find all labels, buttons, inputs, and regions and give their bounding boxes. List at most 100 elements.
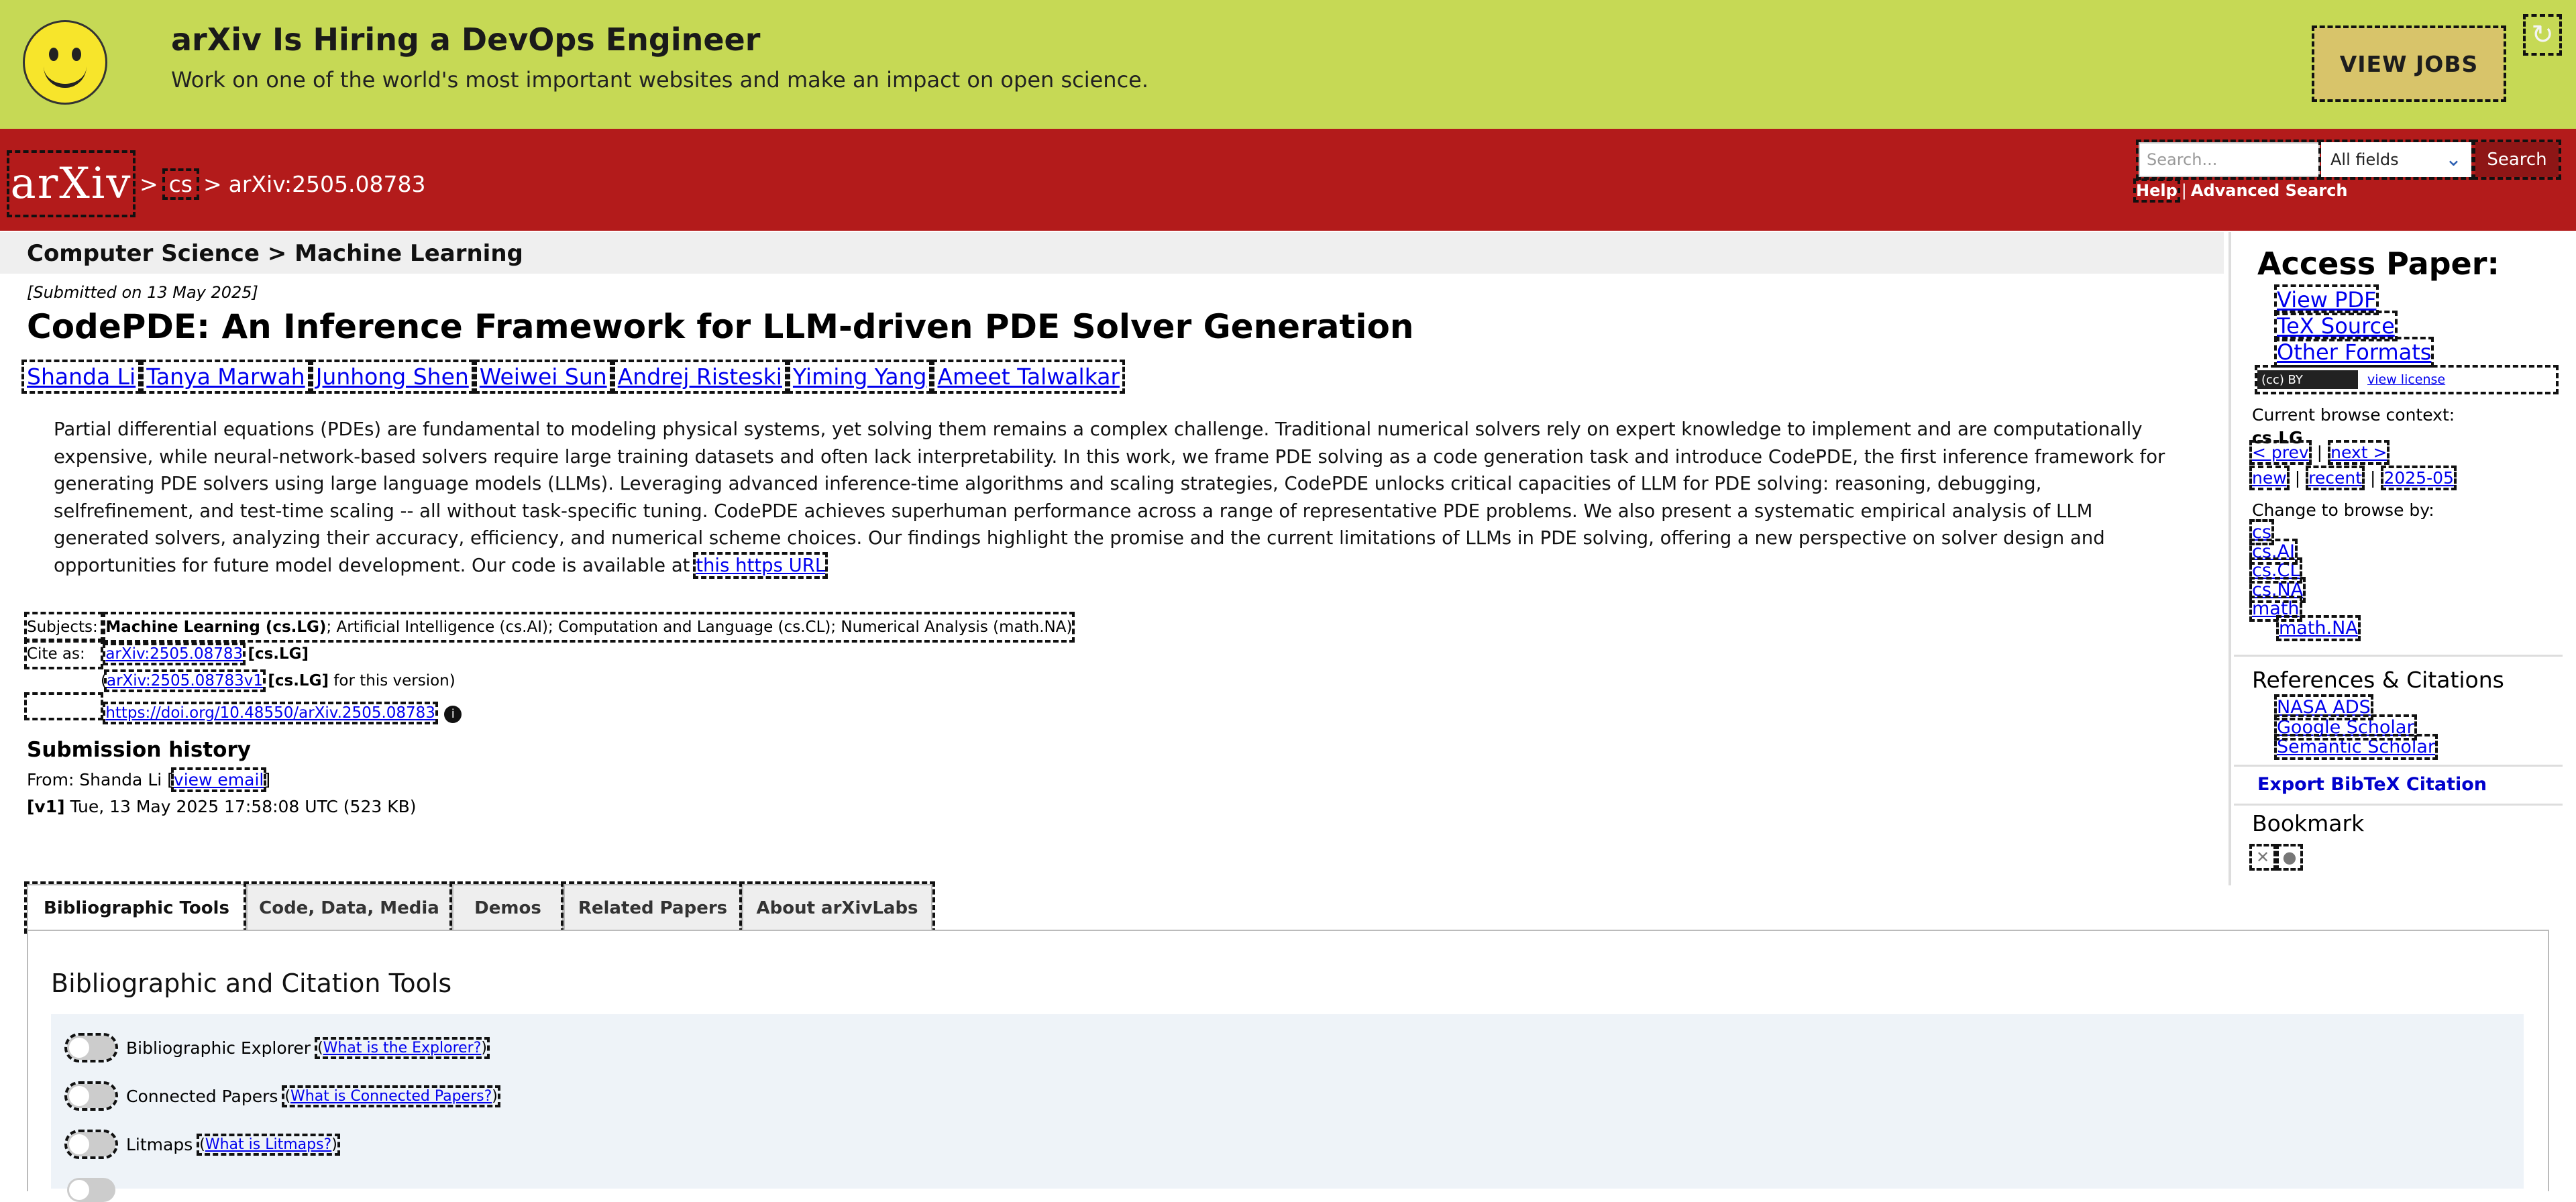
browse-cs-na-link[interactable]: cs.NA: [2249, 576, 2306, 603]
export-bibtex-link[interactable]: Export BibTeX Citation: [2257, 774, 2487, 795]
version-label: [v1]: [27, 797, 65, 816]
author-link[interactable]: Weiwei Sun: [474, 360, 612, 394]
browse-links: new | recent | 2025-05: [2249, 466, 2457, 490]
new-link[interactable]: new: [2249, 466, 2290, 490]
tab-bibliographic-tools[interactable]: Bibliographic Tools: [24, 881, 249, 934]
abstract-text: Partial differential equations (PDEs) ar…: [54, 419, 2165, 576]
browse-separator: |: [2294, 468, 2301, 488]
smiley-logo-icon: [23, 20, 107, 105]
access-links: View PDF TeX Source Other Formats: [2273, 284, 2434, 368]
litmaps-toggle[interactable]: [64, 1130, 118, 1159]
browse-math-na-link[interactable]: math.NA: [2276, 614, 2361, 641]
tool-help-open: (: [317, 1039, 323, 1056]
tab-code-data-media[interactable]: Code, Data, Media: [244, 881, 455, 934]
bookmark-title: Bookmark: [2252, 810, 2365, 836]
partial-toggle[interactable]: [67, 1178, 115, 1202]
tool-help-close: ): [481, 1039, 487, 1056]
tool-help-close: ): [331, 1136, 337, 1153]
author-link[interactable]: Yiming Yang: [787, 360, 932, 394]
prev-link[interactable]: < prev: [2249, 440, 2312, 465]
abstract-code-link[interactable]: this https URL: [693, 551, 828, 579]
header-help-links: Help | Advanced Search: [2133, 178, 2348, 203]
other-formats-link[interactable]: Other Formats: [2273, 337, 2434, 368]
recent-link[interactable]: recent: [2306, 466, 2365, 490]
info-icon[interactable]: i: [444, 706, 462, 723]
nasa-ads-link[interactable]: NASA ADS: [2274, 694, 2373, 720]
doi-link[interactable]: https://doi.org/10.48550/arXiv.2505.0878…: [103, 702, 438, 724]
access-paper-title: Access Paper:: [2257, 245, 2500, 282]
browse-cs-ai-link[interactable]: cs.AI: [2249, 538, 2298, 565]
bookmark-icons: ✕ ●: [2249, 844, 2303, 871]
date-link[interactable]: 2025-05: [2381, 466, 2457, 490]
hiring-banner: arXiv Is Hiring a DevOps Engineer Work o…: [0, 0, 2576, 129]
search-button[interactable]: Search: [2473, 140, 2561, 180]
tab-related-papers[interactable]: Related Papers: [561, 881, 745, 934]
references-title: References & Citations: [2252, 667, 2504, 693]
search-input[interactable]: Search...: [2136, 140, 2322, 180]
cite-v1-link[interactable]: arXiv:2505.08783v1: [103, 669, 266, 692]
sidebar-divider: [2234, 655, 2563, 657]
tool-label: Connected Papers: [126, 1086, 278, 1106]
advanced-search-link[interactable]: Advanced Search: [2191, 181, 2348, 200]
breadcrumb-cs-link[interactable]: cs: [162, 168, 200, 200]
what-is-litmaps-link[interactable]: What is Litmaps?: [205, 1136, 331, 1153]
banner-title: arXiv Is Hiring a DevOps Engineer: [171, 21, 761, 58]
browse-cs-link[interactable]: cs: [2249, 519, 2274, 545]
abstract: Partial differential equations (PDEs) ar…: [54, 416, 2187, 579]
view-jobs-button[interactable]: VIEW JOBS: [2312, 25, 2506, 102]
tool-row-partial: [67, 1178, 126, 1202]
what-is-connected-papers-link[interactable]: What is Connected Papers?: [290, 1088, 492, 1105]
sidebar-divider: [2234, 804, 2563, 806]
cite-v1-suffix: for this version): [333, 672, 455, 690]
author-link[interactable]: Junhong Shen: [310, 360, 474, 394]
submission-history-title: Submission history: [27, 738, 251, 762]
view-license-link[interactable]: view license: [2367, 372, 2445, 387]
references-list: NASA ADS Google Scholar Semantic Scholar: [2274, 694, 2438, 760]
close-banner-icon[interactable]: ↻: [2523, 14, 2562, 56]
what-is-explorer-link[interactable]: What is the Explorer?: [323, 1040, 482, 1056]
tool-label: Bibliographic Explorer: [126, 1038, 311, 1058]
cc-by-license-icon: (cc) BY: [2257, 370, 2358, 389]
help-link[interactable]: Help: [2133, 178, 2180, 203]
tab-about-arxivlabs[interactable]: About arXivLabs: [739, 881, 935, 934]
x-share-icon[interactable]: ✕: [2249, 844, 2276, 871]
browse-cs-cl-link[interactable]: cs.CL: [2249, 557, 2303, 584]
browse-prev-next: < prev | next >: [2249, 440, 2390, 465]
search-field-select[interactable]: All fields ⌄: [2318, 140, 2474, 180]
doi-label-cell: [24, 692, 103, 720]
cite-id-link[interactable]: arXiv:2505.08783: [103, 643, 246, 665]
explorer-toggle[interactable]: [64, 1033, 118, 1062]
author-link[interactable]: Ameet Talwalkar: [932, 360, 1126, 394]
submission-from-text: From: Shanda Li [: [27, 770, 174, 789]
author-link[interactable]: Shanda Li: [21, 360, 142, 394]
next-link[interactable]: next >: [2328, 440, 2390, 465]
google-scholar-link[interactable]: Google Scholar: [2274, 714, 2417, 741]
license-row[interactable]: (cc) BY view license: [2255, 365, 2559, 394]
connected-papers-toggle[interactable]: [64, 1081, 118, 1111]
tool-help: (What is Litmaps?): [197, 1133, 340, 1156]
tex-source-link[interactable]: TeX Source: [2274, 311, 2398, 341]
cite-as-label: Cite as:: [24, 639, 103, 669]
browse-math-link[interactable]: math: [2249, 596, 2302, 622]
browse-separator: |: [2370, 468, 2376, 488]
change-browse-label: Change to browse by:: [2252, 500, 2434, 520]
arxiv-logo[interactable]: arXiv: [7, 150, 136, 217]
author-link[interactable]: Andrej Risteski: [612, 360, 788, 394]
breadcrumb-separator: >: [203, 171, 222, 197]
tab-demos[interactable]: Demos: [449, 881, 566, 934]
view-email-link[interactable]: view email: [170, 767, 267, 792]
author-link[interactable]: Tanya Marwah: [141, 360, 311, 394]
search-field-value: All fields: [2330, 150, 2399, 169]
subjects-label: Subjects:: [24, 612, 103, 643]
tool-row-connected-papers: Connected Papers (What is Connected Pape…: [64, 1081, 500, 1111]
help-separator: |: [2181, 181, 2187, 200]
semantic-scholar-link[interactable]: Semantic Scholar: [2274, 734, 2438, 760]
browse-context-label: Current browse context:: [2252, 405, 2455, 425]
view-pdf-link[interactable]: View PDF: [2273, 284, 2379, 315]
tool-help-open: (: [199, 1136, 205, 1153]
cite-v1-open: (: [101, 672, 107, 690]
tool-help-open: (: [284, 1087, 290, 1105]
panel-title: Bibliographic and Citation Tools: [51, 969, 452, 998]
breadcrumb: > cs > arXiv:2505.08783: [140, 168, 426, 200]
reddit-share-icon[interactable]: ●: [2276, 844, 2303, 871]
